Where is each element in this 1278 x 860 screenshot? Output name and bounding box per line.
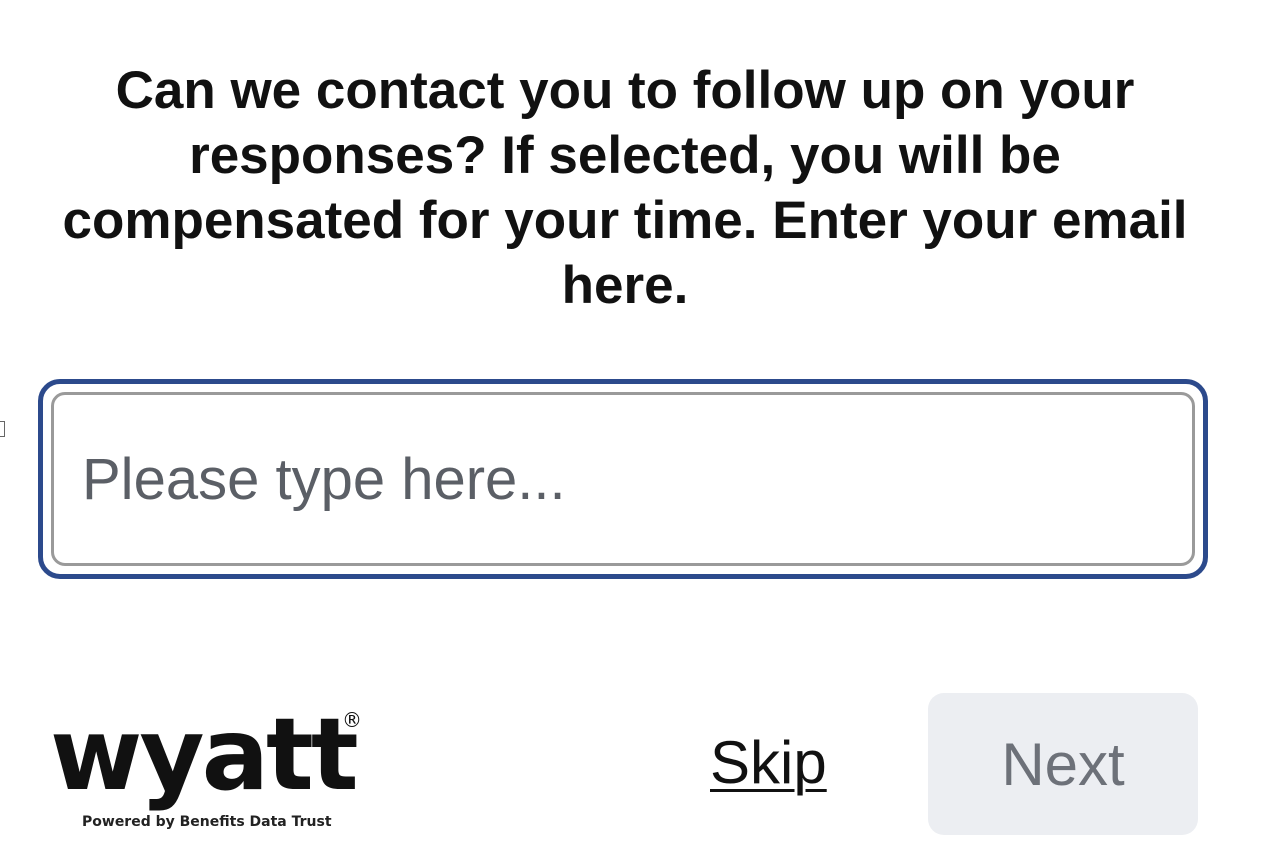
skip-link[interactable]: Skip xyxy=(710,728,827,797)
wyatt-logo: wyatt ® Powered by Benefits Data Trust xyxy=(50,700,370,840)
side-edge-marker xyxy=(0,421,5,437)
logo-wordmark: wyatt xyxy=(50,696,359,813)
question-text: Can we contact you to follow up on your … xyxy=(62,61,1188,315)
logo-tagline: Powered by Benefits Data Trust xyxy=(82,814,332,830)
email-field-focus-ring xyxy=(38,379,1208,579)
email-field[interactable] xyxy=(51,392,1195,566)
registered-mark: ® xyxy=(342,708,362,732)
next-button[interactable]: Next xyxy=(928,693,1198,835)
